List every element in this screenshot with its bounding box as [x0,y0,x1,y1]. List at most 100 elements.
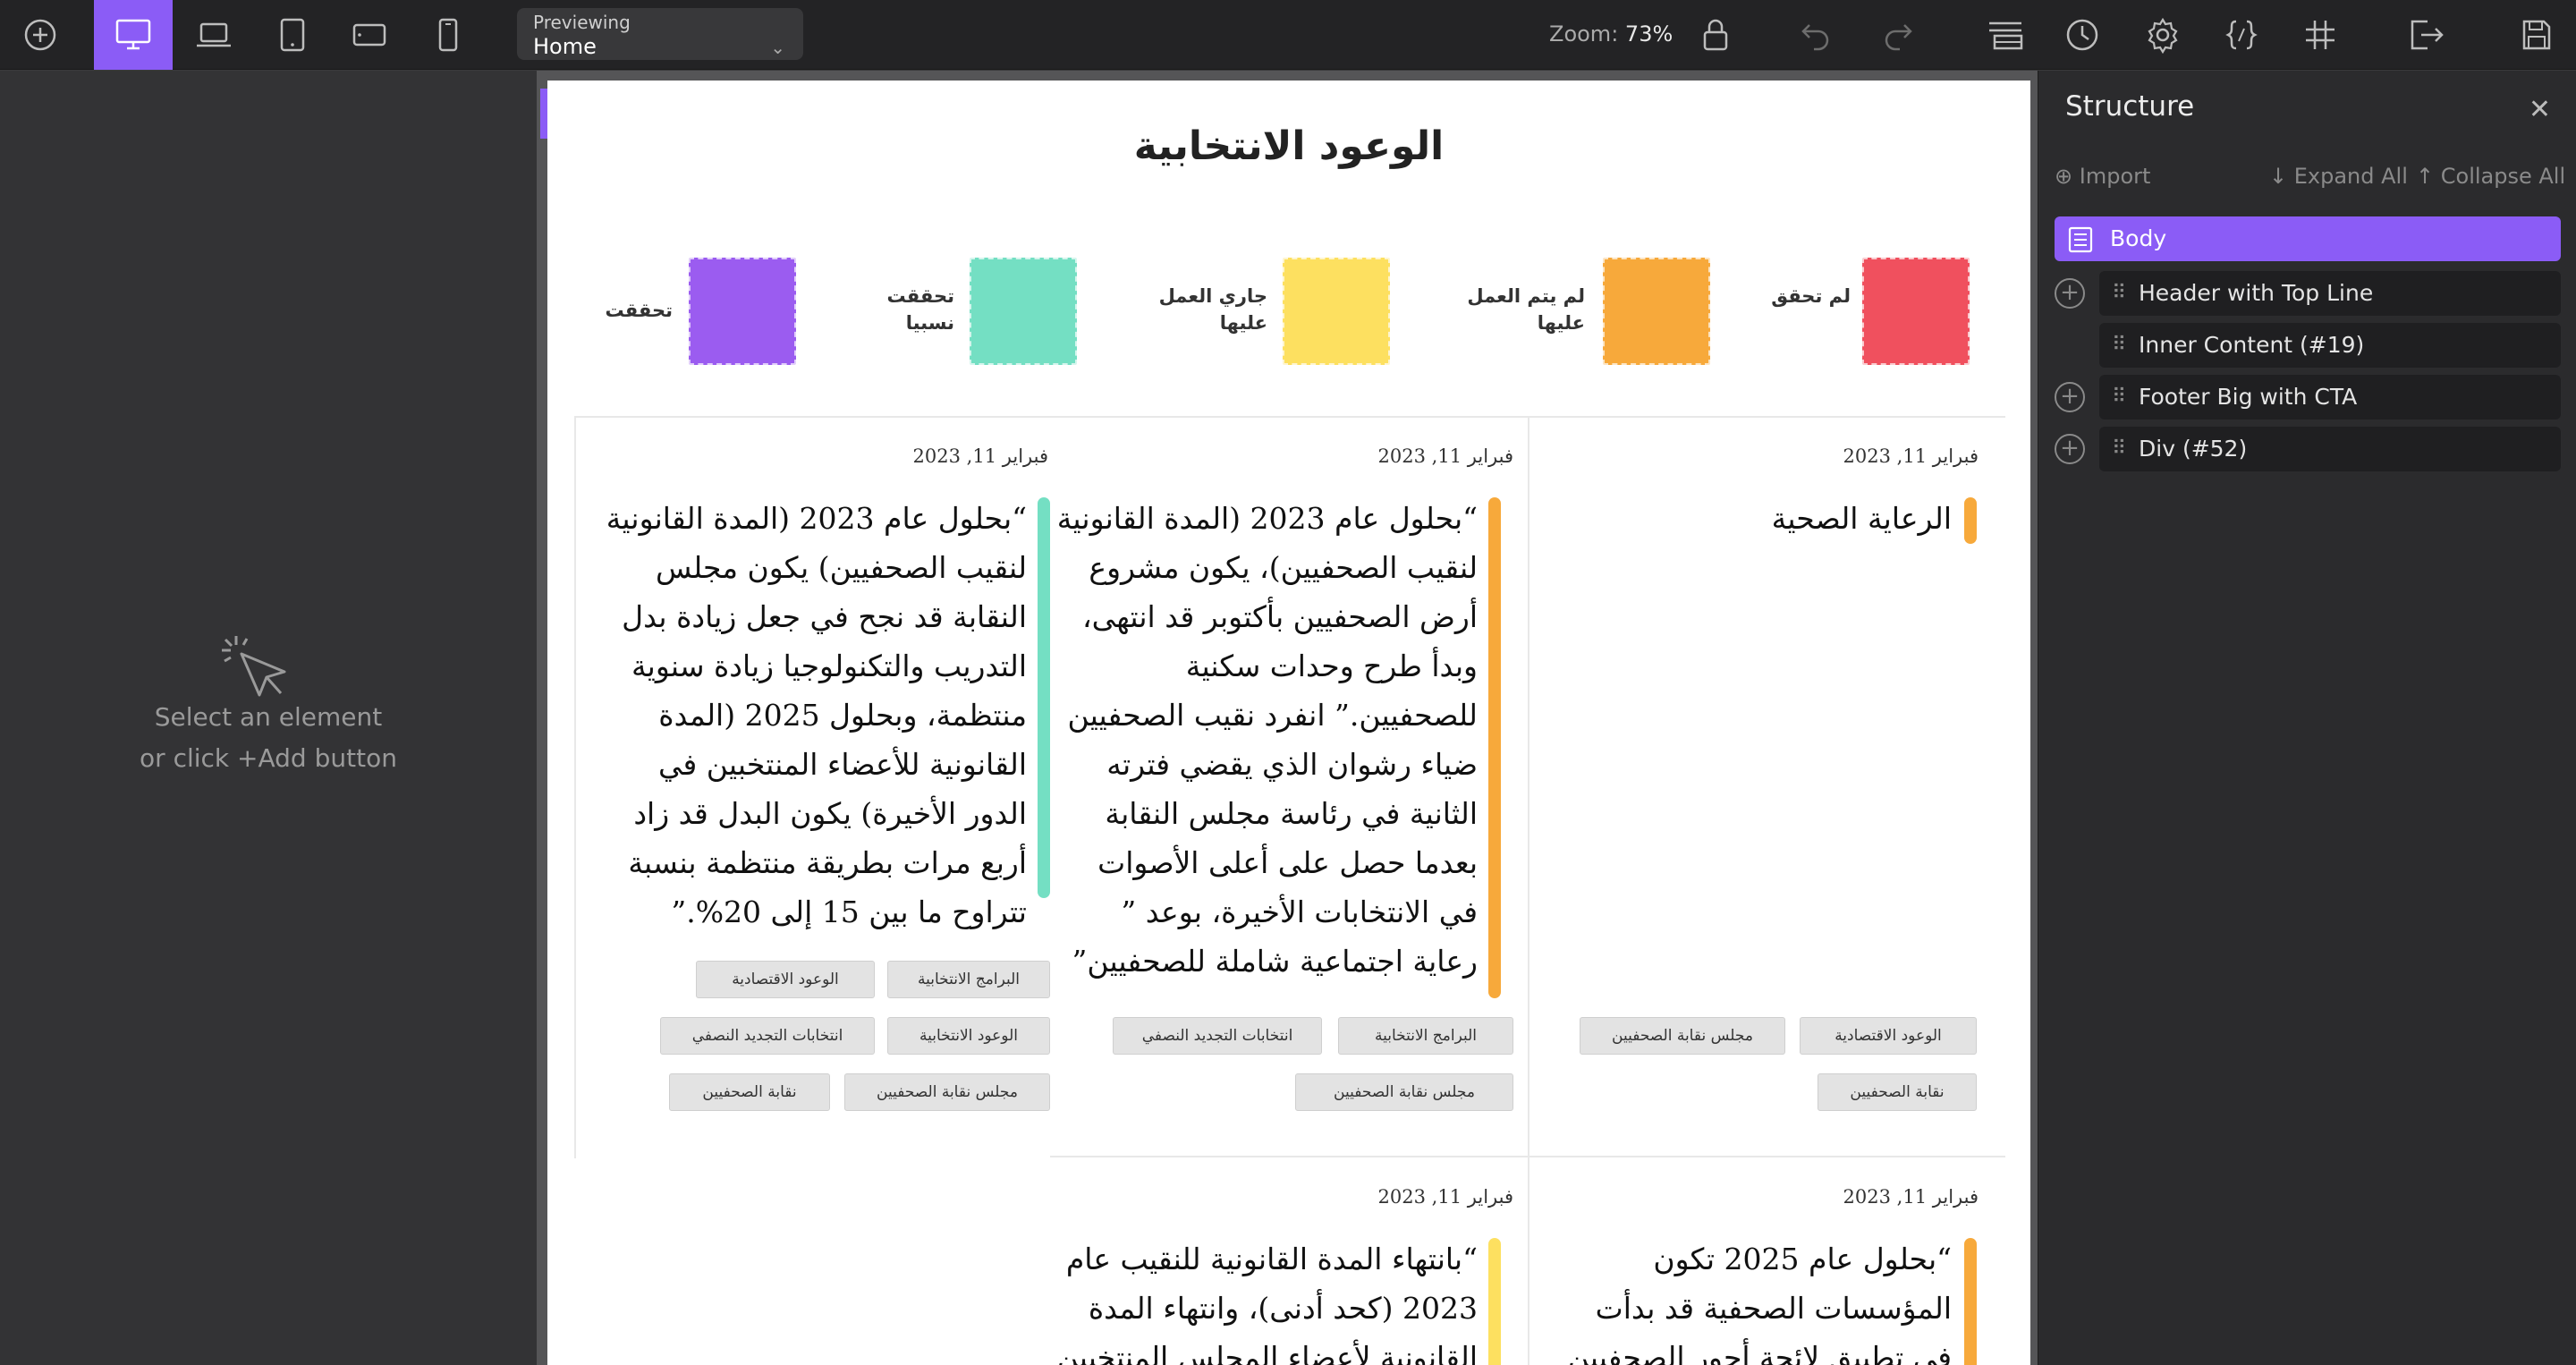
plus-circle-icon: ⊕ [2055,164,2073,189]
legend-swatch-partially-achieved [970,258,1077,365]
exit-preview-button[interactable] [2399,0,2454,70]
tag-link[interactable]: البرامج الانتخابية [1338,1017,1513,1055]
gear-icon [2148,17,2178,54]
layers-icon [1989,21,2023,50]
hint-line-1: Select an element [154,702,383,732]
plus-circle-icon[interactable]: + [2055,382,2085,412]
tree-item-div[interactable]: ⠿ Div (#52) [2099,427,2561,471]
tag-link[interactable]: الوعود الاقتصادية [1800,1017,1977,1055]
card-date: فبراير 11, 2023 [1377,445,1513,467]
drag-handle-icon[interactable]: ⠿ [2112,427,2126,471]
history-button[interactable] [2055,0,2109,70]
collapse-all-button[interactable]: ↑ Collapse All [2416,164,2565,189]
plus-circle-icon[interactable]: + [2055,278,2085,309]
grid-button[interactable] [2293,0,2347,70]
tag-link[interactable]: مجلس نقابة الصحفيين [1295,1073,1513,1111]
card-text: “بانتهاء المدة القانونية للنقيب عام 2023… [1056,1242,1478,1365]
save-button[interactable] [2510,0,2563,70]
tag-link[interactable]: الوعود الانتخابية [887,1017,1050,1055]
card-date: فبراير 11, 2023 [1843,445,1979,467]
tree-item-label: Header with Top Line [2139,280,2374,306]
tree-item-body[interactable]: Body [2055,216,2561,261]
mobile-icon [438,18,458,52]
grid-divider [574,416,576,1158]
lock-button[interactable] [1689,0,1742,70]
desktop-view-button[interactable] [94,0,173,70]
tablet-landscape-icon [352,23,386,47]
tag-link[interactable]: انتخابات التجديد النصفي [660,1017,875,1055]
hash-grid-icon [2306,21,2334,49]
layers-button[interactable] [1979,0,2032,70]
tag-link[interactable]: انتخابات التجديد النصفي [1113,1017,1322,1055]
tree-item-header[interactable]: ⠿ Header with Top Line [2099,271,2561,316]
legend-label-achieved: تحققت [605,300,673,321]
tag-link[interactable]: الوعود الاقتصادية [696,961,875,998]
collapse-all-label: Collapse All [2440,164,2566,189]
page-title: الوعود الانتخابية [1133,123,1445,169]
zoom-value: 73% [1624,21,1674,47]
legend-swatch-in-progress [1283,258,1390,365]
tag-link[interactable]: مجلس نقابة الصحفيين [844,1073,1050,1111]
tablet-landscape-view-button[interactable] [342,0,397,70]
arrow-down-icon: ↓ [2269,164,2288,189]
plus-circle-icon [24,19,56,51]
grid-divider [574,416,2005,418]
redo-button[interactable] [1873,0,1923,70]
page-preview-select[interactable]: Previewing Home ⌄ [517,8,803,60]
desktop-icon [115,19,151,50]
tree-item-label: Body [2110,225,2167,251]
add-element-button[interactable] [13,0,68,70]
tablet-icon [280,18,305,52]
top-toolbar: Previewing Home ⌄ Zoom: 73% [0,0,2576,70]
tree-item-inner-content[interactable]: ⠿ Inner Content (#19) [2099,323,2561,368]
tree-item-label: Inner Content (#19) [2139,332,2365,358]
tree-item-label: Div (#52) [2139,436,2248,462]
close-icon[interactable]: ✕ [2529,94,2551,125]
tablet-view-button[interactable] [265,0,320,70]
settings-button[interactable] [2136,0,2190,70]
status-bar [1488,1238,1501,1365]
tag-link[interactable]: مجلس نقابة الصحفيين [1580,1017,1785,1055]
legend-label-in-progress: جاري العمل عليها [1158,285,1267,334]
tag-link[interactable]: نقابة الصحفيين [669,1073,830,1111]
drag-handle-icon[interactable]: ⠿ [2112,323,2126,368]
code-braces-icon [2225,20,2258,50]
card-date: فبراير 11, 2023 [1843,1186,1979,1208]
hint-line-2: or click +Add button [140,743,397,773]
zoom-label: Zoom: [1549,21,1619,47]
status-bar [1038,497,1050,898]
import-label: Import [2079,164,2151,189]
card-text: “بحلول عام 2023 (المدة القانونية لنقيب ا… [1056,501,1478,995]
previewing-label: Previewing [533,12,631,33]
status-bar [1964,497,1977,544]
status-bar [1964,1238,1977,1365]
drag-handle-icon[interactable]: ⠿ [2112,375,2126,420]
import-button[interactable]: ⊕ Import [2055,164,2150,189]
preview-page: الوعود الانتخابية لم تحقق لم يتم العمل ع… [547,81,2030,1365]
card-text: “بحلول عام 2025 تكون المؤسسات الصحفية قد… [1567,1242,1952,1365]
zoom-control[interactable]: Zoom: 73% [1549,20,1673,48]
status-bar [1488,497,1501,998]
tag-link[interactable]: نقابة الصحفيين [1818,1073,1977,1111]
drag-handle-icon[interactable]: ⠿ [2112,271,2126,316]
previewing-page-name: Home [533,34,597,59]
plus-circle-icon[interactable]: + [2055,434,2085,464]
legend-label-not-achieved: لم تحقق [1771,285,1851,307]
code-button[interactable] [2215,0,2268,70]
card-text: الرعاية الصحية [1771,501,1952,536]
expand-all-button[interactable]: ↓ Expand All [2269,164,2408,189]
laptop-view-button[interactable] [186,0,242,70]
mobile-view-button[interactable] [420,0,476,70]
expand-all-label: Expand All [2293,164,2408,189]
tree-item-label: Footer Big with CTA [2139,384,2358,410]
undo-icon [1801,24,1829,51]
undo-button[interactable] [1791,0,1841,70]
redo-icon [1885,24,1912,51]
legend-label-not-worked: لم يتم العمل عليها [1467,285,1585,334]
tree-item-footer[interactable]: ⠿ Footer Big with CTA [2099,375,2561,420]
legend-swatch-not-worked [1603,258,1710,365]
empty-selection-hint: Select an element or click +Add button [0,697,537,779]
tag-link[interactable]: البرامج الانتخابية [887,961,1050,998]
structure-title: Structure [2065,90,2195,123]
grid-divider [1528,416,1530,1365]
